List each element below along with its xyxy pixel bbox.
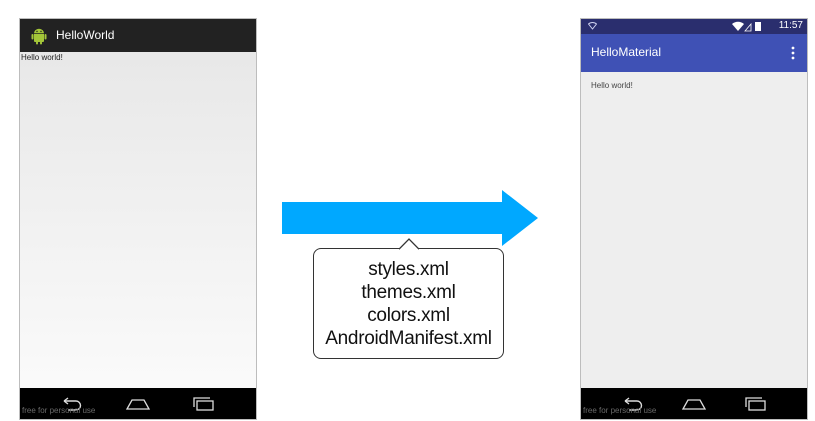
wifi-icon [732, 21, 744, 31]
status-time: 11:57 [778, 20, 803, 31]
recents-icon[interactable] [744, 397, 768, 411]
android-logo-icon [31, 28, 47, 45]
material-phone-screen: 11:57 HelloMaterial Hello world! free fo… [580, 18, 808, 420]
file-themes: themes.xml [361, 282, 456, 303]
watermark-text: free for personal use [22, 406, 96, 415]
app-title: HelloWorld [56, 28, 115, 42]
overflow-menu-icon[interactable] [791, 46, 795, 60]
battery-icon [755, 22, 761, 31]
file-manifest: AndroidManifest.xml [325, 328, 492, 349]
recents-icon[interactable] [192, 397, 216, 411]
home-icon[interactable] [125, 397, 151, 411]
home-icon[interactable] [681, 397, 707, 411]
hello-text: Hello world! [591, 81, 633, 90]
app-title: HelloMaterial [591, 45, 662, 59]
signal-icon [588, 22, 597, 30]
watermark-text: free for personal use [583, 406, 657, 415]
file-styles: styles.xml [368, 259, 449, 280]
holo-action-bar: HelloWorld [20, 19, 256, 52]
material-toolbar: HelloMaterial [581, 34, 807, 72]
cell-signal-icon [744, 22, 752, 32]
navigation-bar: free for personal use [20, 388, 256, 419]
status-bar: 11:57 [581, 19, 807, 34]
navigation-bar: free for personal use [581, 388, 807, 419]
files-callout: styles.xml themes.xml colors.xml Android… [313, 248, 504, 359]
hello-text: Hello world! [21, 53, 63, 62]
callout-pointer [399, 238, 419, 250]
holo-phone-screen: HelloWorld Hello world! free for persona… [19, 18, 257, 420]
file-colors: colors.xml [367, 305, 450, 326]
status-icons [732, 21, 761, 32]
